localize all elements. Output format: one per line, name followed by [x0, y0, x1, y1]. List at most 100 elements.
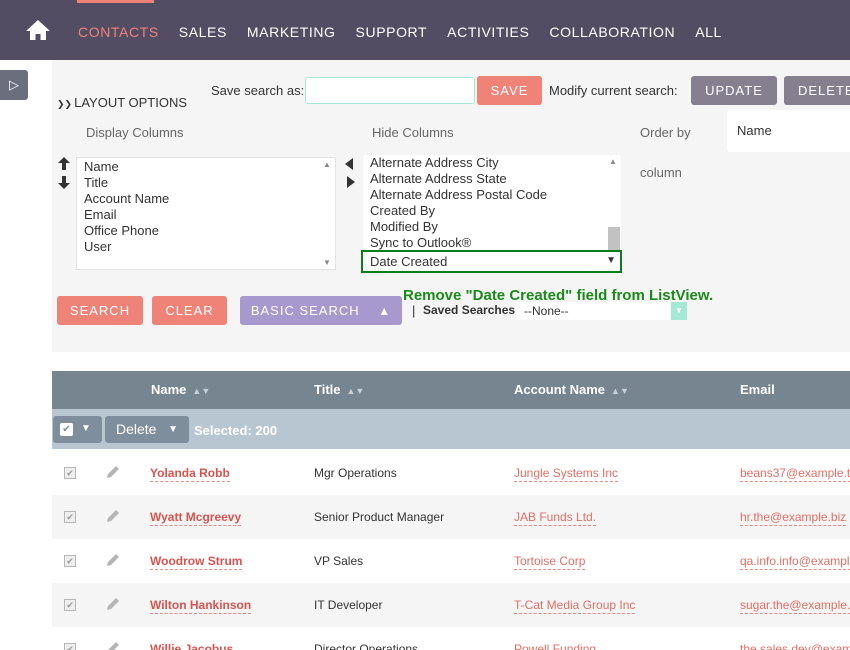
nav-sales[interactable]: SALES — [179, 24, 227, 40]
sidebar-toggle-icon[interactable]: ▷ — [0, 70, 28, 100]
column-header-email[interactable]: Email — [740, 382, 775, 397]
left-sidebar — [0, 60, 52, 650]
contact-name-link[interactable]: Wyatt Mcgreevy — [150, 510, 242, 526]
basic-search-button[interactable]: BASIC SEARCH ▲ — [240, 296, 402, 325]
scroll-down-icon[interactable]: ▼ — [323, 258, 331, 267]
list-item[interactable]: User — [77, 239, 335, 255]
scroll-up-icon[interactable]: ▲ — [609, 157, 617, 166]
header-label: Title — [314, 382, 341, 397]
contact-name-link[interactable]: Woodrow Strum — [150, 554, 243, 570]
table-row: ✔ Willie Jacobus Director Operations Pow… — [52, 627, 850, 650]
list-item[interactable]: Office Phone — [77, 223, 335, 239]
contact-title: Mgr Operations — [314, 466, 397, 480]
nav-all[interactable]: ALL — [695, 24, 722, 40]
row-checkbox[interactable]: ✔ — [64, 467, 76, 479]
scrollbar[interactable]: ▲ — [607, 155, 621, 250]
display-columns-list[interactable]: Name Title Account Name Email Office Pho… — [76, 157, 336, 270]
sort-icon[interactable]: ▲▼ — [347, 386, 365, 396]
pencil-icon[interactable] — [105, 508, 121, 524]
home-icon[interactable] — [24, 18, 52, 42]
nav-collaboration[interactable]: COLLABORATION — [549, 24, 675, 40]
account-name-link[interactable]: Powell Funding — [514, 642, 596, 650]
contact-title: Senior Product Manager — [314, 510, 445, 524]
saved-searches-select[interactable]: --None-- ▼ — [516, 302, 687, 320]
contact-name-link[interactable]: Willie Jacobus — [150, 642, 233, 650]
order-by-label: Order by — [640, 125, 691, 140]
account-name-link[interactable]: JAB Funds Ltd. — [514, 510, 597, 526]
move-left-icon[interactable] — [345, 158, 353, 170]
save-button[interactable]: SAVE — [477, 76, 542, 105]
hide-columns-list[interactable]: Alternate Address City Alternate Address… — [363, 155, 621, 250]
nav-activities[interactable]: ACTIVITIES — [447, 24, 529, 40]
delete-label: Delete — [116, 421, 157, 437]
table-row: ✔ Yolanda Robb Mgr Operations Jungle Sys… — [52, 451, 850, 495]
pencil-icon[interactable] — [105, 464, 121, 480]
select-all-dropdown[interactable]: ✔ ▼ — [53, 416, 102, 443]
move-down-icon[interactable] — [58, 176, 70, 189]
list-item[interactable]: Created By — [363, 203, 621, 219]
bulk-action-bar: ✔ ▼ Delete ▼ Selected: 200 — [52, 409, 850, 449]
list-item[interactable]: Email — [77, 207, 335, 223]
account-name-link[interactable]: Tortoise Corp — [514, 554, 586, 570]
scroll-up-icon[interactable]: ▲ — [323, 160, 331, 169]
row-checkbox[interactable]: ✔ — [64, 599, 76, 611]
contact-title: IT Developer — [314, 598, 383, 612]
modify-search-label: Modify current search: — [549, 83, 678, 98]
layout-options-toggle[interactable]: ❯❯ LAYOUT OPTIONS — [57, 95, 187, 110]
list-item[interactable]: Alternate Address Postal Code — [363, 187, 621, 203]
pencil-icon[interactable] — [105, 640, 121, 650]
header-label: Email — [740, 382, 775, 397]
list-item-date-created[interactable]: Date Created — [363, 252, 620, 271]
list-item[interactable]: Alternate Address State — [363, 171, 621, 187]
highlighted-date-created-option[interactable]: Date Created ▼ — [361, 250, 622, 273]
header-label: Name — [151, 382, 187, 397]
column-header-title[interactable]: Title ▲▼ — [314, 382, 364, 397]
email-link[interactable]: the.sales.dev@example — [740, 642, 850, 650]
sort-icon[interactable]: ▲▼ — [192, 386, 210, 396]
search-button[interactable]: SEARCH — [57, 296, 143, 325]
list-item[interactable]: Title — [77, 175, 335, 191]
contact-name-link[interactable]: Yolanda Robb — [150, 466, 230, 482]
email-link[interactable]: hr.the@example.biz — [740, 510, 847, 526]
order-by-select[interactable]: Name — [727, 110, 850, 152]
list-item[interactable]: Name — [77, 159, 335, 175]
hide-columns-label: Hide Columns — [372, 125, 454, 140]
column-header-account[interactable]: Account Name ▲▼ — [514, 382, 629, 397]
chevron-down-icon: ❯❯ — [57, 99, 73, 109]
row-checkbox[interactable]: ✔ — [64, 643, 76, 650]
pencil-icon[interactable] — [105, 552, 121, 568]
account-name-link[interactable]: Jungle Systems Inc — [514, 466, 619, 482]
email-link[interactable]: qa.info.info@example — [740, 554, 850, 570]
nav-marketing[interactable]: MARKETING — [247, 24, 336, 40]
clear-button[interactable]: CLEAR — [152, 296, 227, 325]
account-name-link[interactable]: T-Cat Media Group Inc — [514, 598, 636, 614]
bulk-delete-dropdown[interactable]: Delete ▼ — [105, 416, 189, 443]
list-item[interactable]: Alternate Address City — [363, 155, 621, 171]
nav-contacts[interactable]: CONTACTS — [78, 24, 159, 40]
row-checkbox[interactable]: ✔ — [64, 555, 76, 567]
sort-icon[interactable]: ▲▼ — [611, 386, 629, 396]
delete-search-button[interactable]: DELETE — [784, 76, 850, 105]
saved-searches-label: Saved Searches — [423, 303, 516, 317]
list-item[interactable]: Modified By — [363, 219, 621, 235]
save-search-label: Save search as: — [211, 83, 305, 98]
row-checkbox[interactable]: ✔ — [64, 511, 76, 523]
display-columns-label: Display Columns — [86, 125, 184, 140]
move-right-icon[interactable] — [347, 176, 355, 188]
column-header-name[interactable]: Name ▲▼ — [151, 382, 210, 397]
pencil-icon[interactable] — [105, 596, 121, 612]
email-link[interactable]: sugar.the@example.c — [740, 598, 850, 614]
scrollbar[interactable]: ▲ ▼ — [321, 158, 335, 269]
list-item[interactable]: Account Name — [77, 191, 335, 207]
move-up-icon[interactable] — [58, 157, 70, 170]
contact-name-link[interactable]: Wilton Hankinson — [150, 598, 252, 614]
update-button[interactable]: UPDATE — [691, 76, 777, 105]
chevron-down-icon: ▼ — [606, 255, 616, 266]
nav-support[interactable]: SUPPORT — [356, 24, 428, 40]
contact-title: VP Sales — [314, 554, 364, 568]
email-link[interactable]: beans37@example.tv — [740, 466, 850, 482]
list-item[interactable]: Sync to Outlook® — [363, 235, 621, 250]
save-search-input[interactable] — [305, 77, 475, 104]
top-nav: CONTACTS SALES MARKETING SUPPORT ACTIVIT… — [0, 0, 850, 60]
scrollbar-thumb[interactable] — [608, 227, 620, 250]
